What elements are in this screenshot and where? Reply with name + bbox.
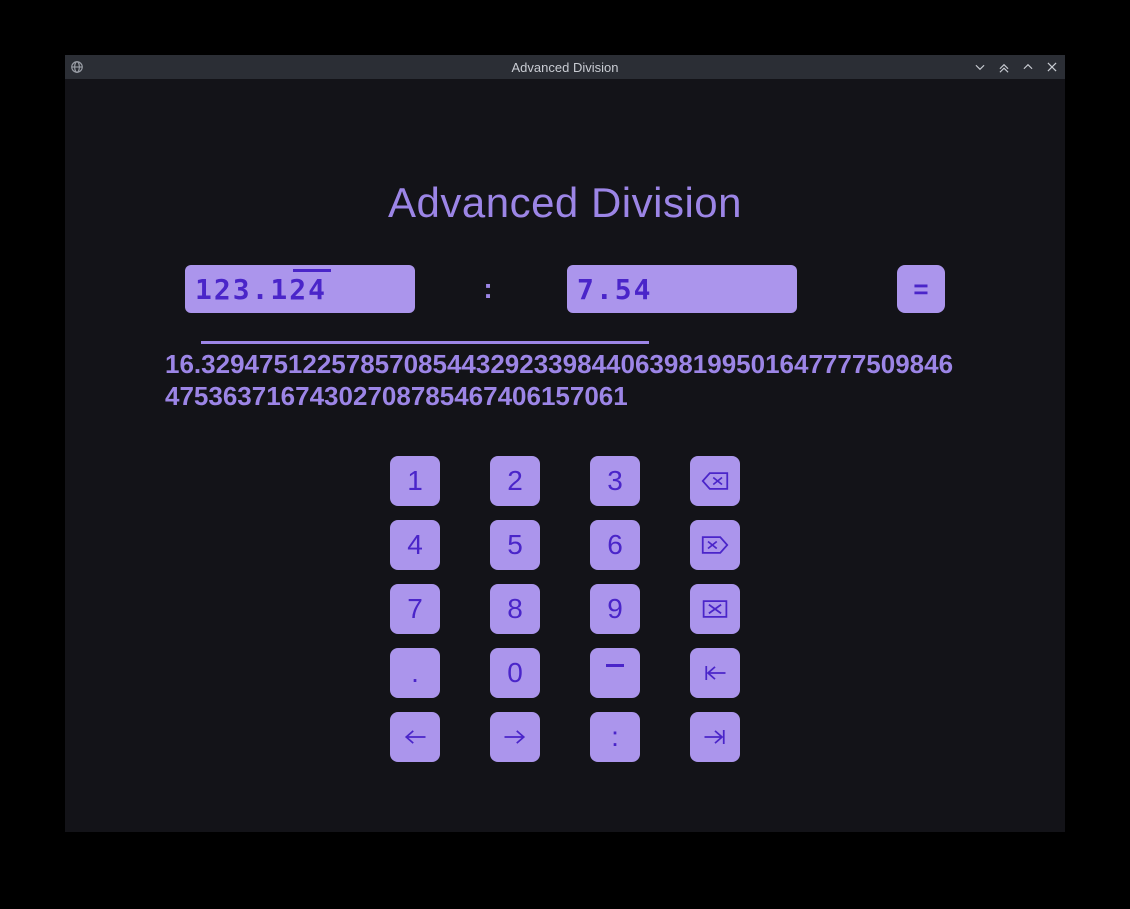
division-operator: : <box>415 273 567 305</box>
key-7[interactable]: 7 <box>390 584 440 634</box>
key-delete-forward[interactable] <box>690 520 740 570</box>
end-icon <box>701 726 729 748</box>
dividend-input[interactable]: 123.124 <box>185 265 415 313</box>
key-vinculum[interactable] <box>590 648 640 698</box>
dividend-value: 123.124 <box>195 273 327 306</box>
key-4[interactable]: 4 <box>390 520 440 570</box>
equals-button[interactable]: = <box>897 265 945 313</box>
window-controls <box>971 58 1065 76</box>
key-home[interactable] <box>690 648 740 698</box>
key-0[interactable]: 0 <box>490 648 540 698</box>
delete-forward-icon <box>701 534 729 556</box>
result-display: 16.3294751225785708544329233984406398199… <box>165 349 965 412</box>
key-5[interactable]: 5 <box>490 520 540 570</box>
arrow-left-icon <box>401 726 429 748</box>
key-clear[interactable] <box>690 584 740 634</box>
divisor-input[interactable]: 7.54 <box>567 265 797 313</box>
client-area: Advanced Division 123.124 : 7.54 = 16.32… <box>65 79 1065 762</box>
keypad: 1 2 3 4 5 6 7 <box>65 456 1065 762</box>
key-backspace[interactable] <box>690 456 740 506</box>
divisor-value: 7.54 <box>577 273 652 306</box>
key-9[interactable]: 9 <box>590 584 640 634</box>
key-6[interactable]: 6 <box>590 520 640 570</box>
close-icon[interactable] <box>1043 58 1061 76</box>
titlebar: Advanced Division <box>65 55 1065 79</box>
dropdown-icon[interactable] <box>971 58 989 76</box>
input-row: 123.124 : 7.54 = <box>65 265 1065 313</box>
key-dot[interactable]: . <box>390 648 440 698</box>
result-text: 16.3294751225785708544329233984406398199… <box>165 349 953 411</box>
dividend-vinculum <box>293 269 331 272</box>
result-vinculum <box>201 341 649 344</box>
backspace-icon <box>701 470 729 492</box>
key-right[interactable] <box>490 712 540 762</box>
app-window: Advanced Division Advanced Division 123.… <box>65 55 1065 832</box>
overline-icon <box>606 664 624 667</box>
key-2[interactable]: 2 <box>490 456 540 506</box>
arrow-right-icon <box>501 726 529 748</box>
key-1[interactable]: 1 <box>390 456 440 506</box>
key-colon[interactable]: : <box>590 712 640 762</box>
app-heading: Advanced Division <box>65 179 1065 227</box>
key-end[interactable] <box>690 712 740 762</box>
clear-icon <box>701 598 729 620</box>
restore-up-icon[interactable] <box>995 58 1013 76</box>
maximize-icon[interactable] <box>1019 58 1037 76</box>
home-icon <box>701 662 729 684</box>
window-title: Advanced Division <box>65 60 1065 75</box>
key-8[interactable]: 8 <box>490 584 540 634</box>
key-3[interactable]: 3 <box>590 456 640 506</box>
app-icon <box>65 55 89 79</box>
key-left[interactable] <box>390 712 440 762</box>
